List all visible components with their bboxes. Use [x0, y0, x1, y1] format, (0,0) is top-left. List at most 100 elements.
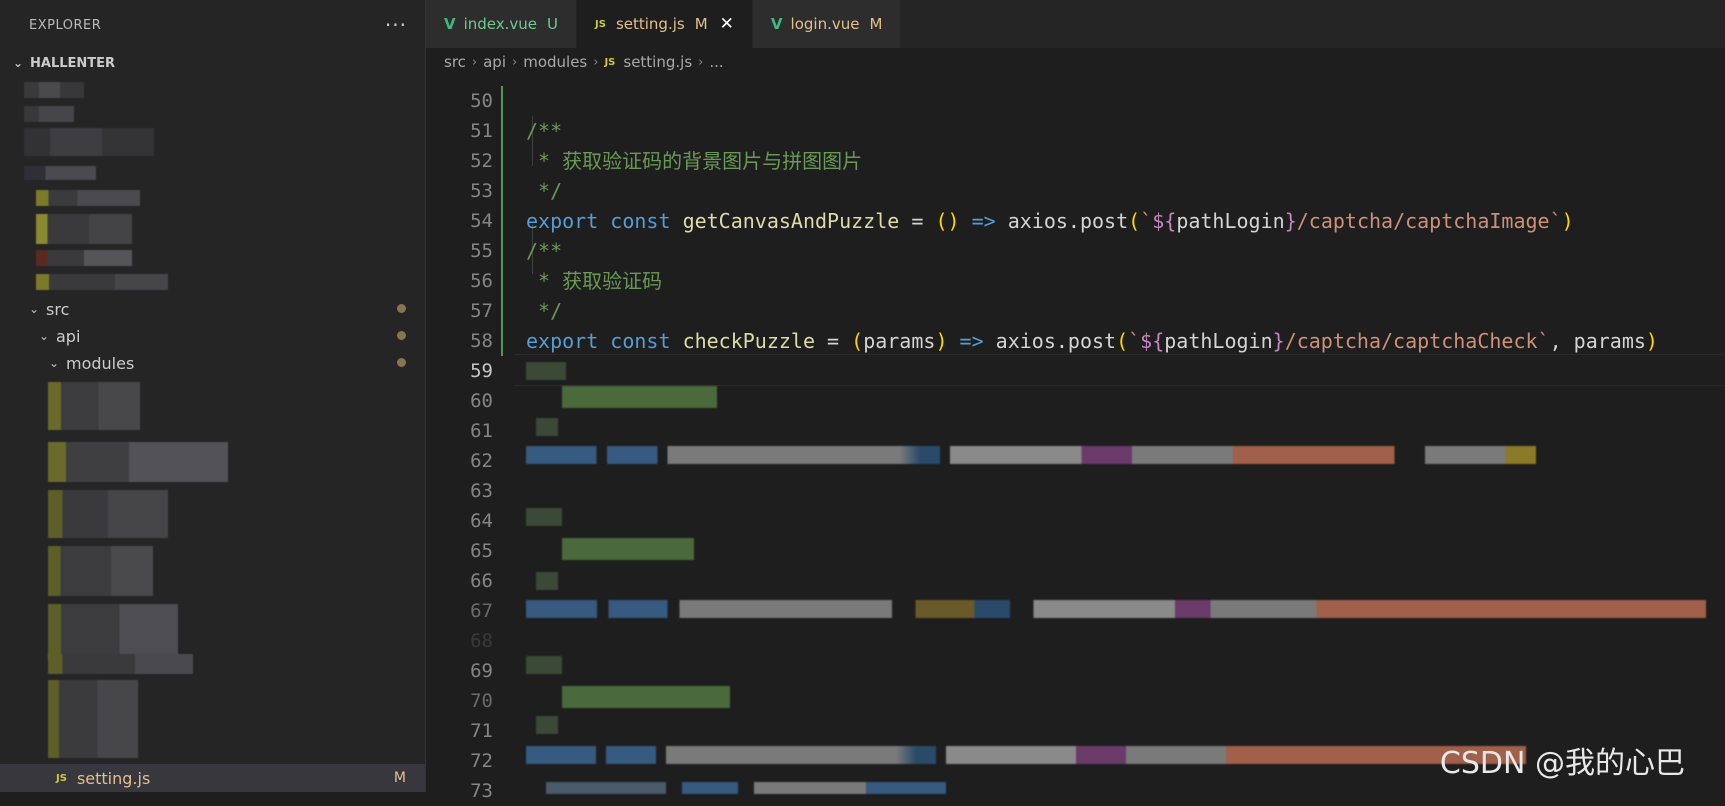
explorer-header: EXPLORER ···	[0, 0, 425, 50]
folder-label: modules	[66, 353, 135, 373]
js-file-icon: JS	[56, 772, 67, 784]
blurred-code	[526, 446, 1536, 464]
project-label: HALLENTER	[30, 55, 116, 71]
folder-label: api	[56, 326, 81, 346]
line-number: 72	[470, 750, 493, 772]
more-actions-icon[interactable]: ···	[385, 13, 407, 37]
line-number: 56	[470, 270, 493, 292]
chevron-right-icon: ›	[471, 54, 478, 70]
blurred-entry[interactable]	[24, 166, 96, 180]
watermark: CSDN @我的心巴	[1439, 746, 1685, 781]
line-number: 51	[470, 120, 493, 142]
line-number: 53	[470, 180, 493, 202]
explorer-sidebar: EXPLORER ··· ⌄ HALLENTER ⌄ src ⌄ api ⌄ m…	[0, 0, 426, 792]
close-icon[interactable]: ✕	[720, 14, 734, 34]
tab-login-vue[interactable]: V login.vue M	[752, 0, 902, 48]
chevron-down-icon: ⌄	[48, 356, 60, 370]
line-number: 70	[470, 690, 493, 712]
line-number: 64	[470, 510, 493, 532]
file-label: setting.js	[76, 768, 151, 788]
line-number: 68	[470, 630, 493, 652]
tab-setting-js[interactable]: JS setting.js M ✕	[577, 0, 753, 48]
blurred-entry[interactable]	[24, 106, 74, 122]
line-number: 60	[470, 390, 493, 412]
line-number: 57	[470, 300, 493, 322]
blurred-code	[526, 362, 566, 380]
blurred-code	[562, 386, 717, 408]
breadcrumb-item[interactable]: setting.js	[623, 53, 692, 71]
line-number: 59	[470, 360, 493, 382]
blurred-code	[536, 418, 558, 436]
line-number: 73	[470, 780, 493, 802]
blurred-entry[interactable]	[48, 680, 138, 758]
git-status-badge: M	[694, 15, 708, 33]
blurred-entry[interactable]	[24, 82, 84, 98]
breadcrumb-item[interactable]: src	[444, 53, 466, 71]
chevron-down-icon: ⌄	[38, 329, 50, 343]
folder-api[interactable]: ⌄ api	[36, 323, 80, 349]
line-number: 54	[470, 210, 493, 232]
js-file-icon: JS	[604, 56, 616, 68]
chevron-right-icon: ›	[512, 54, 518, 70]
blurred-code	[562, 686, 730, 708]
line-number: 66	[470, 570, 493, 592]
line-number: 67	[470, 600, 493, 622]
tab-index-vue[interactable]: V index.vue U	[426, 0, 578, 48]
blurred-code	[526, 656, 562, 674]
chevron-right-icon: ›	[593, 54, 599, 70]
modified-indicator-icon	[397, 304, 406, 313]
chevron-right-icon: ›	[698, 54, 704, 70]
blurred-code	[546, 782, 946, 794]
folder-src[interactable]: ⌄ src	[26, 296, 69, 322]
editor-tabs: V index.vue U JS setting.js M ✕ V login.…	[426, 0, 1725, 48]
folder-modules[interactable]: ⌄ modules	[46, 350, 134, 376]
line-number: 50	[470, 90, 493, 112]
blurred-code	[536, 716, 558, 734]
vue-file-icon: V	[444, 15, 456, 33]
breadcrumb-item[interactable]: modules	[523, 53, 587, 71]
js-file-icon: JS	[595, 18, 606, 30]
blurred-code	[562, 538, 694, 560]
blurred-entry[interactable]	[36, 274, 168, 290]
line-number: 62	[470, 450, 493, 472]
folder-label: src	[46, 299, 70, 319]
explorer-title: EXPLORER	[29, 17, 102, 33]
line-number: 52	[470, 150, 493, 172]
blurred-entry[interactable]	[24, 128, 154, 156]
blurred-entry[interactable]	[48, 604, 178, 660]
chevron-down-icon: ⌄	[12, 56, 24, 70]
project-root[interactable]: ⌄ HALLENTER	[0, 50, 425, 76]
git-status-badge: U	[547, 15, 559, 33]
chevron-down-icon: ⌄	[28, 302, 40, 316]
line-number: 65	[470, 540, 493, 562]
blurred-code	[526, 746, 1526, 764]
git-status-badge: M	[869, 15, 883, 33]
code-editor[interactable]: 50 /** 51 * 获取验证码的背景图片与拼图图片 52 */ 53 exp…	[426, 76, 1725, 802]
blurred-code	[536, 572, 558, 590]
blurred-entry[interactable]	[48, 546, 153, 596]
blurred-entry[interactable]	[48, 442, 228, 482]
line-number: 61	[470, 420, 493, 442]
tab-label: login.vue	[790, 15, 860, 33]
blurred-entry[interactable]	[48, 490, 168, 538]
breadcrumb-item[interactable]: ...	[709, 53, 723, 71]
line-number: 71	[470, 720, 493, 742]
tab-label: setting.js	[615, 15, 685, 33]
file-setting-js[interactable]: JS setting.js M	[0, 764, 425, 792]
breadcrumb-item[interactable]: api	[483, 53, 506, 71]
blurred-entry[interactable]	[48, 654, 193, 674]
tab-label: index.vue	[463, 15, 538, 33]
vue-file-icon: V	[770, 15, 783, 33]
line-number: 63	[470, 480, 493, 502]
blurred-entry[interactable]	[36, 250, 132, 266]
blurred-code	[526, 508, 562, 526]
modified-indicator-icon	[397, 331, 406, 340]
blurred-code	[526, 600, 1706, 618]
line-number: 55	[470, 240, 493, 262]
git-status-badge: M	[393, 770, 406, 786]
blurred-entry[interactable]	[36, 190, 140, 206]
line-number: 58	[470, 330, 493, 352]
blurred-entry[interactable]	[36, 214, 132, 244]
blurred-entry[interactable]	[48, 382, 140, 430]
breadcrumb: src › api › modules › JS setting.js › ..…	[426, 48, 1725, 76]
